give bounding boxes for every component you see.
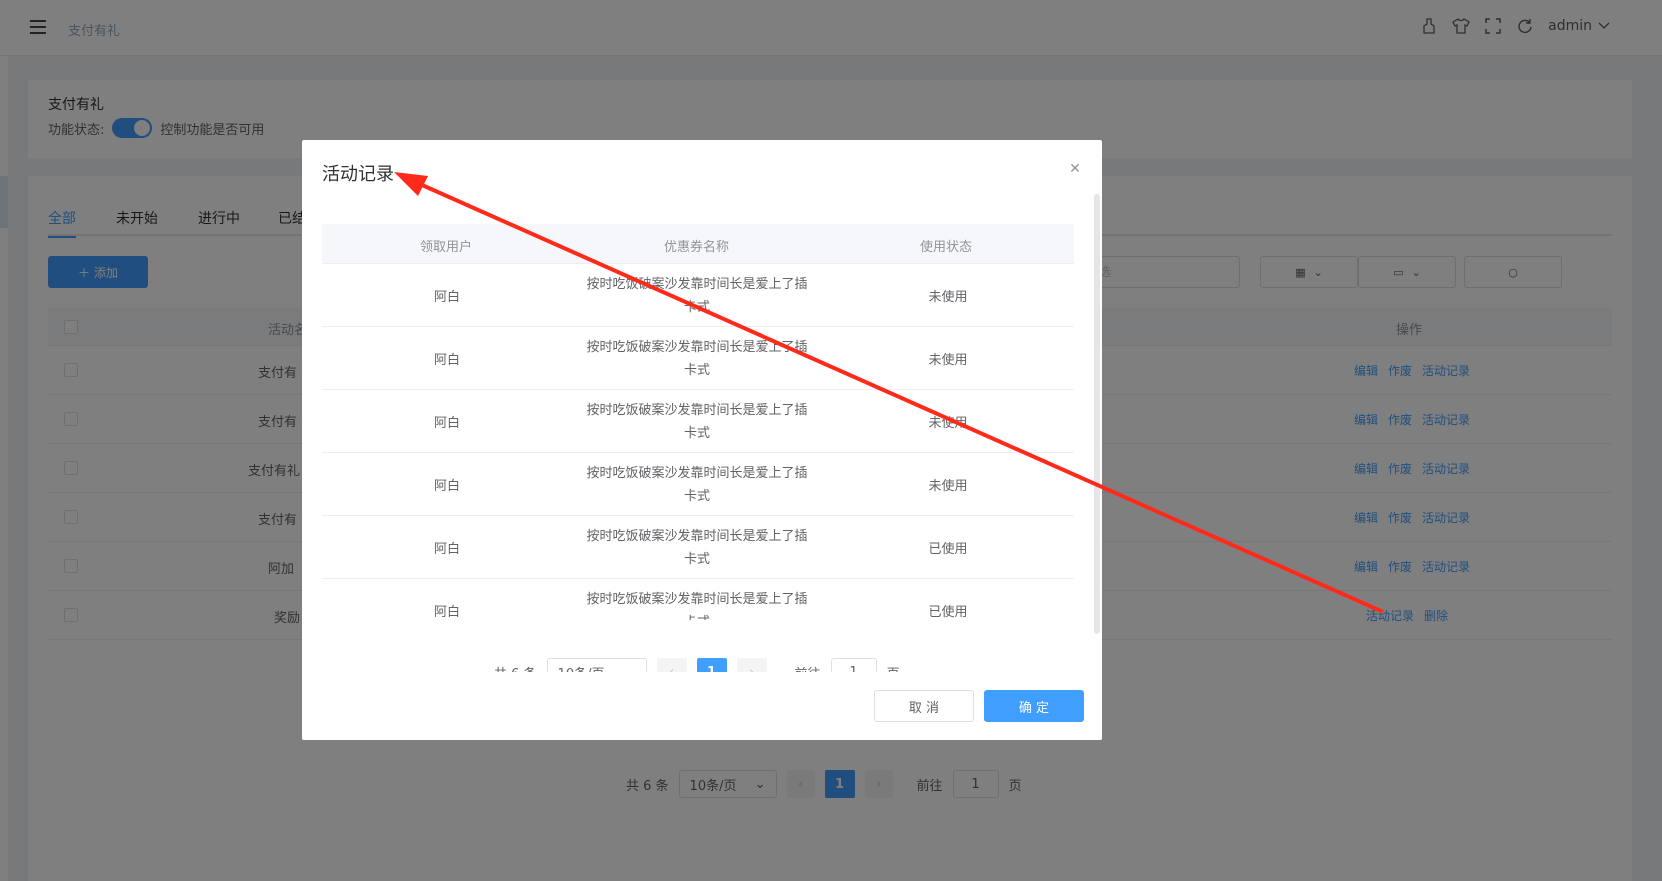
prev-page-button[interactable]: ‹	[656, 658, 687, 672]
pagination-total: 共 6 条	[494, 663, 537, 673]
record-status: 未使用	[928, 416, 968, 431]
dialog-title: 活动记录	[322, 164, 394, 185]
goto-page-input[interactable]: 1	[830, 658, 877, 672]
dialog-pagination: 共 6 条 10条/页 ⌄ ‹ 1 › 前往 1 页	[494, 658, 900, 672]
dialog-footer: 取 消 确 定	[302, 688, 1102, 740]
record-coupon: 按时吃饭破案沙发靠时间长是爱上了插卡式	[586, 528, 808, 567]
page-size-value: 10条/页	[558, 663, 605, 673]
record-status: 已使用	[928, 605, 968, 620]
record-status: 已使用	[928, 542, 968, 557]
activity-record-dialog: 活动记录 ✕ 领取用户 优惠券名称 使用状态 阿白 按时吃饭破案沙发靠时间长是爱…	[302, 140, 1102, 740]
record-coupon: 按时吃饭破案沙发靠时间长是爱上了插卡式	[586, 591, 808, 621]
page-size-select[interactable]: 10条/页 ⌄	[546, 658, 647, 673]
column-header-status: 使用状态	[920, 240, 973, 255]
record-table: 领取用户 优惠券名称 使用状态 阿白 按时吃饭破案沙发靠时间长是爱上了插卡式 未…	[322, 224, 1074, 620]
record-row: 阿白 按时吃饭破案沙发靠时间长是爱上了插卡式 未使用	[322, 453, 1074, 516]
dialog-pagination-clip: 共 6 条 10条/页 ⌄ ‹ 1 › 前往 1 页	[302, 632, 1102, 672]
record-status: 未使用	[928, 290, 968, 305]
record-row: 阿白 按时吃饭破案沙发靠时间长是爱上了插卡式 已使用	[322, 579, 1074, 621]
record-coupon: 按时吃饭破案沙发靠时间长是爱上了插卡式	[586, 276, 808, 315]
record-coupon: 按时吃饭破案沙发靠时间长是爱上了插卡式	[586, 465, 808, 504]
record-status: 未使用	[928, 353, 968, 368]
record-status: 未使用	[928, 479, 968, 494]
record-coupon: 按时吃饭破案沙发靠时间长是爱上了插卡式	[586, 402, 808, 441]
record-row: 阿白 按时吃饭破案沙发靠时间长是爱上了插卡式 未使用	[322, 264, 1074, 327]
close-icon[interactable]: ✕	[1068, 162, 1082, 176]
record-row: 阿白 按时吃饭破案沙发靠时间长是爱上了插卡式 已使用	[322, 516, 1074, 579]
record-coupon: 按时吃饭破案沙发靠时间长是爱上了插卡式	[586, 339, 808, 378]
record-table-header: 领取用户 优惠券名称 使用状态	[322, 224, 1074, 264]
record-user: 阿白	[433, 353, 460, 368]
record-user: 阿白	[433, 479, 460, 494]
record-user: 阿白	[433, 542, 460, 557]
cancel-button[interactable]: 取 消	[874, 690, 974, 722]
next-page-button[interactable]: ›	[736, 658, 767, 672]
page-number[interactable]: 1	[696, 658, 727, 672]
record-row: 阿白 按时吃饭破案沙发靠时间长是爱上了插卡式 未使用	[322, 327, 1074, 390]
record-user: 阿白	[433, 290, 460, 305]
dialog-scrollbar[interactable]	[1094, 194, 1100, 634]
column-header-coupon: 优惠券名称	[664, 240, 730, 255]
confirm-button[interactable]: 确 定	[984, 690, 1084, 722]
column-header-user: 领取用户	[420, 240, 473, 255]
goto-label: 前往	[795, 663, 821, 673]
chevron-down-icon: ⌄	[624, 664, 636, 673]
page-unit-label: 页	[887, 663, 900, 673]
record-row: 阿白 按时吃饭破案沙发靠时间长是爱上了插卡式 未使用	[322, 390, 1074, 453]
record-user: 阿白	[433, 605, 460, 620]
record-user: 阿白	[433, 416, 460, 431]
